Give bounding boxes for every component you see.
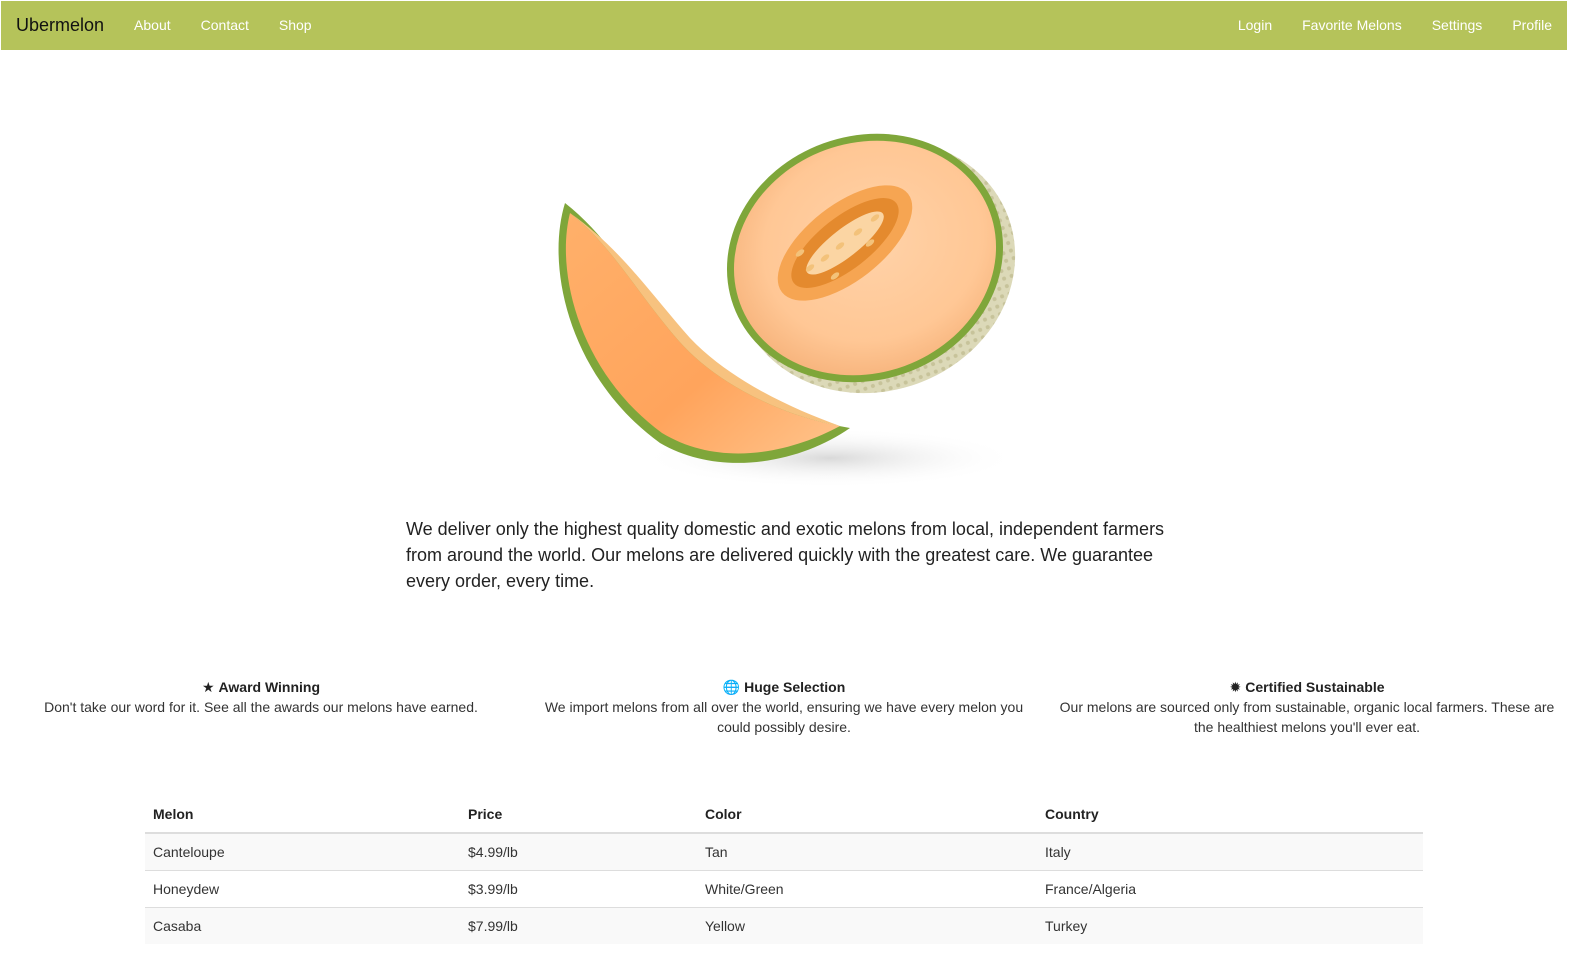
table-row: Casaba $7.99/lb Yellow Turkey [145, 906, 1423, 944]
feature-title: ★ Award Winning [202, 677, 320, 697]
feature-title: 🌐 Huge Selection [723, 677, 846, 697]
cell-melon: Casaba [145, 906, 460, 944]
feature-certified-sustainable: ✹ Certified Sustainable Our melons are s… [1056, 676, 1558, 737]
feature-award-winning: ★ Award Winning Don't take our word for … [38, 676, 484, 717]
feature-title-text: Award Winning [218, 679, 321, 695]
globe-icon: 🌐 [722, 679, 741, 695]
nav-right: Login Favorite Melons Settings Profile [1223, 1, 1567, 50]
cell-price: $7.99/lb [460, 906, 697, 944]
cell-melon: Honeydew [145, 869, 460, 907]
nav-link-shop[interactable]: Shop [264, 1, 327, 50]
table-row: Honeydew $3.99/lb White/Green France/Alg… [145, 869, 1423, 907]
nav-link-contact[interactable]: Contact [186, 1, 264, 50]
star-icon: ★ [201, 679, 215, 695]
table-header-row: Melon Price Color Country [145, 796, 1423, 834]
nav-link-profile[interactable]: Profile [1497, 1, 1567, 50]
intro-text: We deliver only the highest quality dome… [406, 519, 1165, 591]
feature-title-text: Certified Sustainable [1245, 679, 1385, 695]
nav-left: About Contact Shop [119, 1, 327, 50]
feature-title: ✹ Certified Sustainable [1230, 677, 1385, 697]
feature-desc: Don't take our word for it. See all the … [44, 699, 478, 715]
melon-table: Melon Price Color Country Canteloupe $4.… [145, 796, 1423, 944]
feature-desc: Our melons are sourced only from sustain… [1059, 699, 1555, 735]
feature-desc: We import melons from all over the world… [544, 699, 1024, 735]
cell-melon: Canteloupe [145, 832, 460, 870]
feature-huge-selection: 🌐 Huge Selection We import melons from a… [540, 676, 1028, 737]
cell-country: France/Algeria [1037, 869, 1423, 907]
cell-color: White/Green [697, 869, 1037, 907]
nav-link-favorite-melons[interactable]: Favorite Melons [1287, 1, 1417, 50]
table-row: Canteloupe $4.99/lb Tan Italy [145, 832, 1423, 870]
cell-price: $3.99/lb [460, 869, 697, 907]
cell-price: $4.99/lb [460, 832, 697, 870]
cell-country: Italy [1037, 832, 1423, 870]
brand-link[interactable]: Ubermelon [16, 15, 104, 36]
cell-country: Turkey [1037, 906, 1423, 944]
column-header-country: Country [1037, 796, 1423, 834]
column-header-price: Price [460, 796, 697, 834]
navbar: Ubermelon About Contact Shop Login Favor… [1, 1, 1567, 50]
cell-color: Yellow [697, 906, 1037, 944]
certificate-icon: ✹ [1229, 679, 1242, 695]
nav-link-login[interactable]: Login [1223, 1, 1287, 50]
cell-color: Tan [697, 832, 1037, 870]
column-header-color: Color [697, 796, 1037, 834]
hero-melon-image [540, 118, 1030, 508]
nav-link-about[interactable]: About [119, 1, 186, 50]
feature-title-text: Huge Selection [744, 679, 846, 695]
column-header-melon: Melon [145, 796, 460, 834]
nav-link-settings[interactable]: Settings [1417, 1, 1498, 50]
